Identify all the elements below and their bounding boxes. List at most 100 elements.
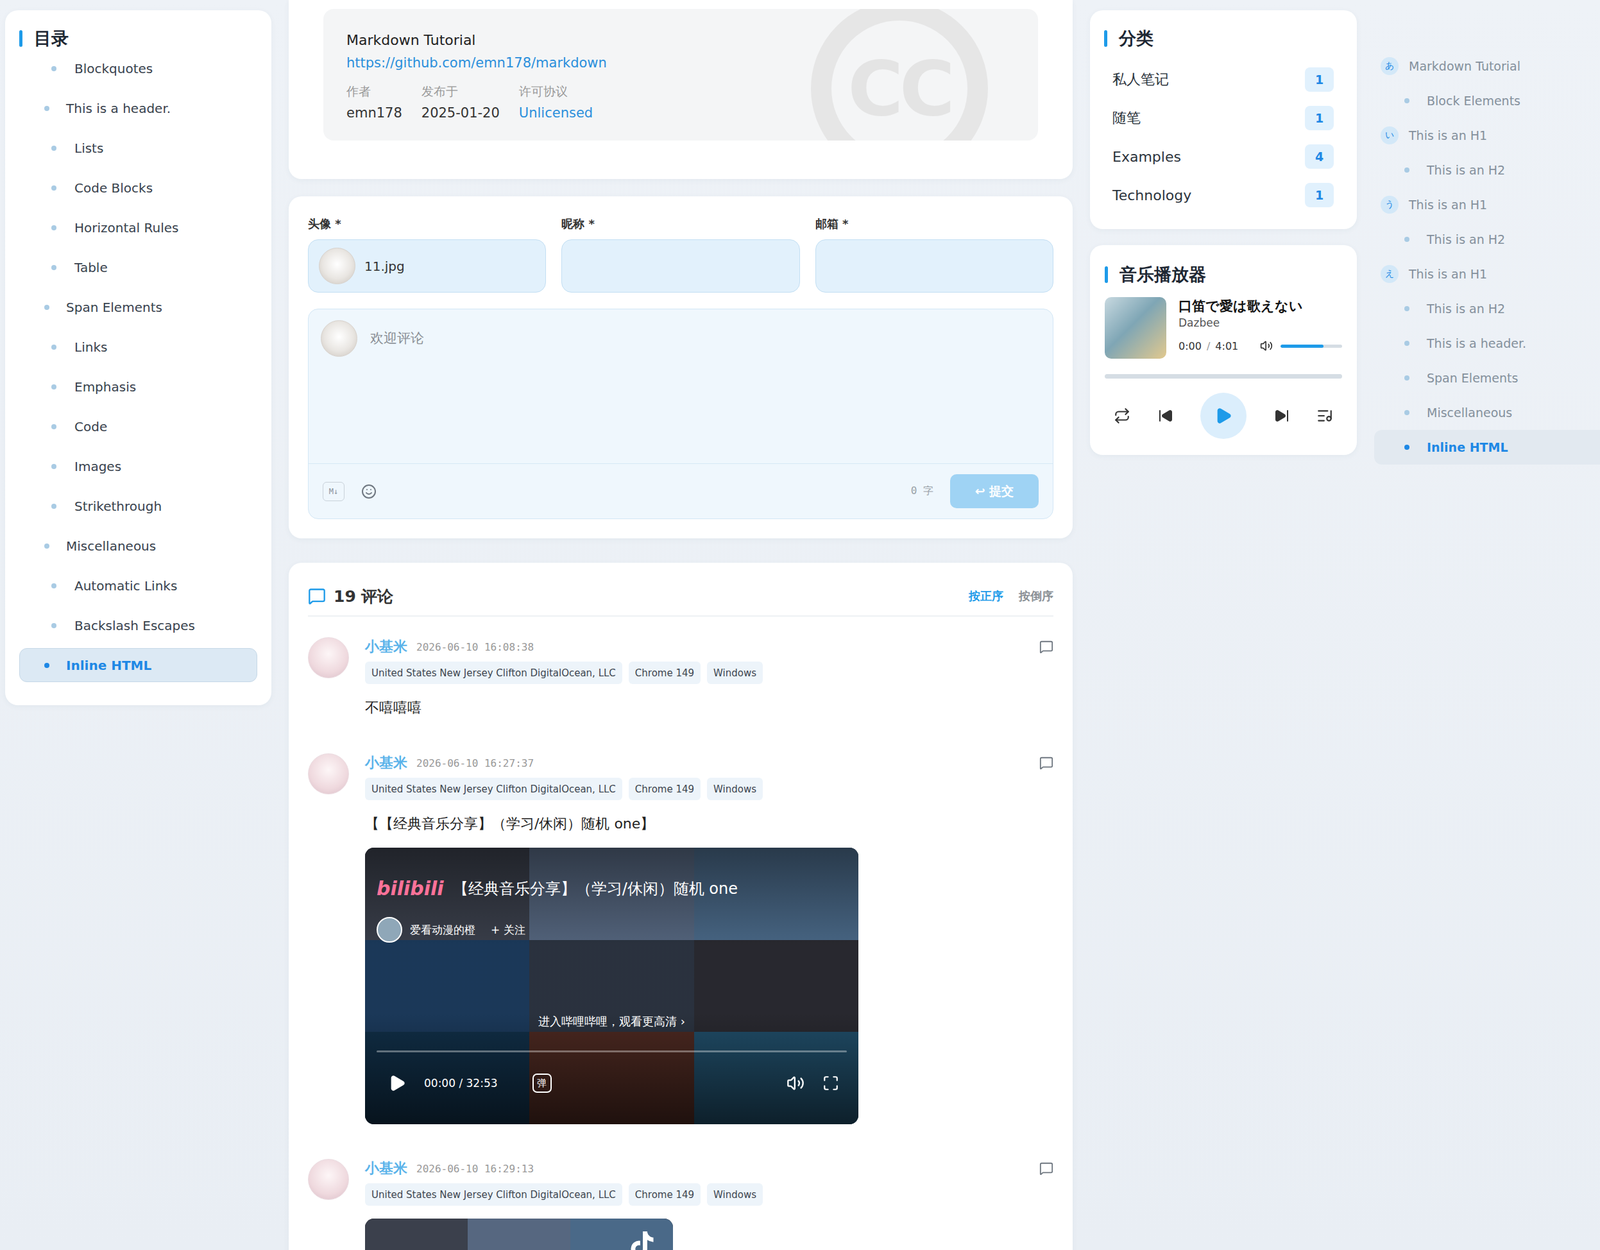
volume-icon[interactable] [786,1073,805,1092]
toc-item[interactable]: Images [19,449,258,484]
toc-item[interactable]: Emphasis [19,369,258,404]
category-item[interactable]: 随笔1 [1104,98,1343,138]
comments-card: 19 评论按正序按倒序小基米2026-06-10 16:08:38United … [288,562,1073,1250]
field-value: emn178 [346,103,403,123]
comment-time: 2026-06-10 16:29:13 [416,1162,534,1175]
toc-item[interactable]: Backslash Escapes [19,608,258,643]
license-field: 发布于2025-01-20 [421,82,500,123]
follow-button[interactable]: + 关注 [490,922,526,938]
reply-button[interactable] [1039,755,1054,770]
category-item[interactable]: 私人笔记1 [1104,60,1343,99]
toc-item[interactable]: Blockquotes [19,51,258,86]
comment-tag: United States New Jersey Clifton Digital… [365,661,623,684]
cc-watermark: CC [810,8,988,141]
danmaku-toggle[interactable]: 弹 [532,1073,552,1093]
volume-slider[interactable] [1280,344,1343,348]
form-input[interactable] [815,239,1054,293]
outline-dot [1404,98,1410,104]
video-title-row: bilibili【经典音乐分享】（学习/休闲）随机 one [376,876,847,900]
sort-button[interactable]: 按倒序 [1018,588,1054,604]
video-embed[interactable] [365,1218,673,1250]
comment-textarea[interactable]: 欢迎评论 [308,309,1053,464]
categories-title: 分类 [1104,26,1343,51]
play-icon[interactable] [388,1073,407,1092]
outline-item[interactable]: Inline HTML [1374,429,1600,465]
toc-item[interactable]: Span Elements [19,289,258,324]
field-label: 发布于 [421,82,500,100]
comment-count: 19 评论 [333,585,394,607]
outline-item[interactable]: Span Elements [1374,360,1600,396]
outline-item[interactable]: あMarkdown Tutorial [1374,48,1600,84]
current-time: 0:00 [1178,340,1202,353]
outline-item[interactable]: This is an H2 [1374,152,1600,188]
form-label: 头像 * [307,216,546,232]
toc-item[interactable]: Lists [19,130,258,165]
toc-item[interactable]: Horizontal Rules [19,210,258,245]
toc-title: 目录 [19,26,258,51]
comment-tag: United States New Jersey Clifton Digital… [365,777,623,800]
outline-item[interactable]: えThis is an H1 [1374,256,1600,292]
video-embed[interactable]: bilibili【经典音乐分享】（学习/休闲）随机 one 爱看动漫的橙 + 关注进… [365,847,859,1124]
toc-item[interactable]: Links [19,329,258,364]
author-name[interactable]: 小基米 [365,753,408,773]
play-button[interactable] [1200,392,1247,439]
author-name[interactable]: 小基米 [365,637,408,657]
outline-item[interactable]: うThis is an H1 [1374,187,1600,222]
toc-item[interactable]: Strikethrough [19,488,258,523]
toc-item[interactable]: This is a header. [19,91,258,126]
license-card: CCMarkdown Tutorialhttps://github.com/em… [288,0,1073,179]
comments-header: 19 评论 按正序按倒序 [307,576,1054,617]
toc-item[interactable]: Miscellaneous [19,528,258,563]
previous-button[interactable] [1157,408,1174,424]
toc-dot [51,424,57,430]
markdown-toggle[interactable]: M↓ [322,481,345,502]
video-thumbnail [365,1218,673,1250]
char-count: 0 字 [910,484,934,498]
volume-icon[interactable] [1259,339,1273,353]
comment-tag: United States New Jersey Clifton Digital… [365,1182,623,1206]
form-input[interactable]: 11.jpg [307,239,546,293]
toc-item[interactable]: Automatic Links [19,568,258,603]
outline-marker: え [1380,264,1399,283]
emoji-icon[interactable] [361,483,377,500]
outline-item[interactable]: いThis is an H1 [1374,118,1600,153]
repeat-button[interactable] [1113,407,1131,425]
reply-button[interactable] [1039,639,1054,654]
outline-item[interactable]: This is an H2 [1374,291,1600,326]
outline-item[interactable]: Block Elements [1374,83,1600,119]
toc-item[interactable]: Inline HTML [19,647,258,682]
comment-tag: Chrome 149 [628,1182,701,1206]
outline-item[interactable]: Miscellaneous [1374,395,1600,430]
category-item[interactable]: Technology1 [1104,175,1343,215]
toc-item[interactable]: Code Blocks [19,170,258,205]
toc-dot [51,622,57,629]
outline-item[interactable]: This is an H2 [1374,221,1600,257]
submit-button[interactable]: ↩ 提交 [950,474,1039,509]
category-item[interactable]: Examples4 [1104,137,1343,176]
form-input[interactable] [561,239,800,293]
toc-dot [51,264,57,271]
page: 目录Blockquotes This is a header. Lists Code … [0,0,1600,1250]
playlist-button[interactable] [1316,407,1334,425]
toc-item[interactable]: Table [19,250,258,285]
next-button[interactable] [1274,408,1290,424]
play-icon [1214,406,1233,425]
author-name[interactable]: 小基米 [365,1158,408,1178]
fullscreen-icon[interactable] [822,1074,840,1092]
sort-button[interactable]: 按正序 [968,588,1004,604]
uploader-name[interactable]: 爱看动漫的橙 [409,922,476,938]
toc-item[interactable]: Code [19,409,258,444]
reply-button[interactable] [1039,1161,1054,1176]
song-progress[interactable] [1104,374,1343,379]
thumbnail-tile [365,1218,468,1250]
outline-item[interactable]: This is a header. [1374,325,1600,361]
open-bilibili-link[interactable]: 进入哔哩哔哩，观看更高清 › [365,1013,859,1030]
toc-dot [51,145,57,151]
comments-icon [307,587,326,605]
video-controls: 00:00 / 32:53弹 [388,1073,840,1093]
player-controls [1104,392,1343,439]
video-progress[interactable] [376,1050,847,1053]
license-url[interactable]: https://github.com/emn178/markdown [346,53,1015,73]
reply-icon [1039,755,1054,770]
field-value[interactable]: Unlicensed [519,103,593,123]
